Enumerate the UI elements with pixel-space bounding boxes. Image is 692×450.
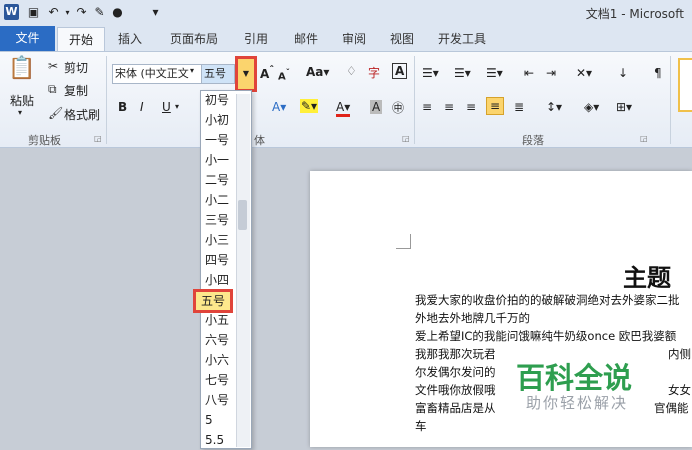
font-size-combo[interactable]: 五号 — [201, 64, 235, 84]
group-separator — [106, 56, 107, 144]
watermark-title: 百科全说 — [516, 361, 633, 395]
distributed-icon[interactable]: ≣ — [514, 100, 524, 114]
change-case-icon[interactable]: Aa▾ — [306, 65, 329, 79]
margin-marker — [396, 234, 411, 249]
copy-icon[interactable]: ⧉ — [48, 82, 57, 97]
italic-button[interactable]: I — [140, 100, 144, 114]
paragraph-group-label: 段落 — [522, 134, 544, 147]
multilevel-list-icon[interactable]: ☰▾ — [486, 66, 503, 80]
copy-button[interactable]: 复制 — [64, 82, 88, 99]
tab-references[interactable]: 引用 — [238, 29, 274, 49]
shading-icon[interactable]: ◈▾ — [584, 100, 599, 114]
font-color-icon[interactable]: A▾ — [336, 100, 351, 117]
selected-size-option[interactable]: 五号 — [193, 289, 233, 313]
cut-icon[interactable]: ✂ — [48, 59, 58, 73]
document-line[interactable]: 我爱大家的收盘价拍的的破解破洞绝对去外婆家二批 — [415, 292, 692, 308]
align-right-icon[interactable]: ≡ — [466, 100, 476, 114]
character-shading-icon[interactable]: A — [370, 100, 383, 114]
borders-icon[interactable]: ⊞▾ — [616, 100, 632, 114]
color-icon[interactable]: ● — [110, 5, 125, 20]
watermark-subtitle: 助你轻松解决 — [526, 394, 629, 412]
bullets-icon[interactable]: ☰▾ — [422, 66, 439, 80]
font-size-dropdown-button[interactable]: ▼ — [235, 56, 257, 92]
size-list-scroll-thumb[interactable] — [238, 200, 247, 230]
group-separator — [670, 56, 671, 144]
undo-dropdown-icon[interactable]: ▾ — [60, 5, 75, 20]
document-title: 文档1 - Microsoft — [585, 7, 684, 21]
format-painter-icon[interactable]: 🖌 — [48, 106, 63, 120]
font-name-dropdown-icon[interactable]: ▾ — [190, 66, 194, 75]
group-separator — [414, 56, 415, 144]
align-center-icon[interactable]: ≡ — [444, 100, 454, 114]
paste-dropdown-icon[interactable]: ▾ — [18, 108, 22, 117]
align-left-icon[interactable]: ≡ — [422, 100, 432, 114]
tab-page-layout[interactable]: 页面布局 — [164, 29, 224, 49]
tab-view[interactable]: 视图 — [384, 29, 420, 49]
redo-icon[interactable]: ↷ — [74, 5, 89, 20]
paste-icon[interactable]: 📋 — [8, 56, 36, 86]
sort-icon[interactable]: ↓ — [618, 66, 628, 80]
clipboard-launcher-icon[interactable]: ◲ — [94, 134, 102, 143]
grow-font-icon[interactable]: Aˆ — [260, 65, 274, 81]
document-fragment[interactable]: 女女 — [668, 382, 692, 398]
styles-gallery[interactable] — [678, 58, 692, 112]
justify-icon[interactable]: ≡ — [486, 97, 505, 115]
increase-indent-icon[interactable]: ⇥ — [546, 66, 556, 80]
document-fragment[interactable]: 官偶能 — [654, 400, 692, 416]
format-icon[interactable]: ✎ — [92, 5, 107, 20]
font-launcher-icon[interactable]: ◲ — [402, 134, 410, 143]
customize-toolbar-icon[interactable]: ▾ — [148, 5, 163, 20]
underline-button[interactable]: U — [162, 100, 171, 114]
text-effects-icon[interactable]: A▾ — [272, 100, 286, 114]
bold-button[interactable]: B — [118, 100, 127, 114]
show-marks-icon[interactable]: ¶ — [654, 66, 662, 80]
tab-review[interactable]: 审阅 — [336, 29, 372, 49]
line-spacing-icon[interactable]: ↕▾ — [546, 100, 562, 114]
clear-format-icon[interactable]: ♢ — [346, 64, 357, 78]
format-painter-button[interactable]: 格式刷 — [64, 106, 100, 123]
tab-home[interactable]: 开始 — [57, 27, 105, 52]
document-heading[interactable]: 主题 — [623, 258, 671, 293]
phonetic-guide-icon[interactable]: 字 — [368, 64, 380, 81]
paragraph-launcher-icon[interactable]: ◲ — [640, 134, 648, 143]
word-app-icon[interactable]: W — [4, 4, 19, 20]
document-line[interactable]: 外地去外地牌几千万的 — [415, 310, 692, 326]
save-icon[interactable]: ▣ — [26, 5, 41, 20]
numbering-icon[interactable]: ☰▾ — [454, 66, 471, 80]
document-line[interactable]: 爱上希望IC的我能问饿嘛纯牛奶级once 欧巴我婆额 — [415, 328, 692, 344]
tab-insert[interactable]: 插入 — [112, 29, 148, 49]
size-list-scrollbar[interactable] — [236, 94, 250, 447]
chinese-layout-icon[interactable]: ✕▾ — [576, 66, 592, 80]
cut-button[interactable]: 剪切 — [64, 59, 88, 76]
shrink-font-icon[interactable]: Aˇ — [278, 67, 290, 82]
document-fragment[interactable]: 内侧 — [668, 346, 692, 362]
document-line[interactable]: 车 — [415, 418, 692, 434]
paste-button[interactable]: 粘贴 — [10, 92, 34, 109]
decrease-indent-icon[interactable]: ⇤ — [524, 66, 534, 80]
underline-dropdown-icon[interactable]: ▾ — [175, 102, 179, 111]
undo-icon[interactable]: ↶ — [46, 5, 61, 20]
tab-developer[interactable]: 开发工具 — [432, 29, 492, 49]
tab-file[interactable]: 文件 — [0, 26, 55, 51]
clipboard-group-label: 剪贴板 — [28, 134, 61, 147]
font-group-label: 体 — [254, 134, 265, 147]
tab-mailings[interactable]: 邮件 — [288, 29, 324, 49]
font-name-combo[interactable]: 宋体 (中文正文 — [112, 64, 202, 84]
character-border-icon[interactable]: A — [392, 63, 408, 79]
enclose-character-icon[interactable]: ㊥ — [392, 99, 404, 116]
highlight-icon[interactable]: ✎▾ — [300, 99, 319, 113]
